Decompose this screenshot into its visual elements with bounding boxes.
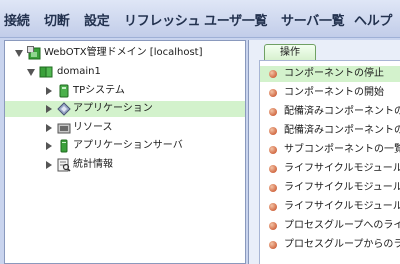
menu-user-list[interactable]: ユーザ一覧 bbox=[204, 10, 268, 29]
bullet-icon bbox=[269, 241, 277, 249]
operation-item[interactable]: コンポーネントの停止 bbox=[260, 66, 400, 82]
operation-item[interactable]: コンポーネントの開始 bbox=[260, 85, 400, 101]
tree-node-label: リソース bbox=[73, 122, 113, 133]
operation-item[interactable]: 配備済みコンポーネントの一 bbox=[260, 104, 400, 120]
operation-label: 配備済みコンポーネントの一 bbox=[284, 106, 400, 117]
expand-right-icon[interactable] bbox=[46, 124, 52, 132]
tree-node-label: WebOTX管理ドメイン [localhost] bbox=[44, 47, 203, 58]
tree-node-domain[interactable]: domain1 bbox=[5, 64, 245, 80]
operation-item[interactable]: ライフサイクルモジュールの bbox=[260, 161, 400, 177]
tree-node-resource[interactable]: リソース bbox=[5, 120, 245, 136]
tree-node-label: アプリケーション bbox=[73, 103, 153, 114]
tree-node-root[interactable]: WebOTX管理ドメイン [localhost] bbox=[5, 45, 245, 61]
operations-panel: 操作 コンポーネントの停止 コンポーネントの開始 配備済みコンポーネントの一 配… bbox=[248, 40, 400, 264]
tree-node-tp-system[interactable]: TPシステム bbox=[5, 83, 245, 99]
menu-connect[interactable]: 接続 bbox=[4, 10, 30, 29]
bullet-icon bbox=[269, 108, 277, 116]
bullet-icon bbox=[269, 70, 277, 78]
operation-item[interactable]: プロセスグループからのラ・ bbox=[260, 237, 400, 253]
bullet-icon bbox=[269, 203, 277, 211]
operation-label: ライフサイクルモジュールの bbox=[284, 163, 400, 174]
bullet-icon bbox=[269, 165, 277, 173]
expand-right-icon[interactable] bbox=[46, 142, 52, 150]
bullet-icon bbox=[269, 127, 277, 135]
menu-bar: 接続 切断 設定 リフレッシュ ユーザ一覧 サーバ一覧 ヘルプ bbox=[0, 0, 400, 38]
resource-icon bbox=[57, 123, 71, 134]
menu-disconnect[interactable]: 切断 bbox=[44, 10, 70, 29]
operation-item[interactable]: サブコンポーネントの一覧え bbox=[260, 142, 400, 158]
navigation-tree: WebOTX管理ドメイン [localhost] domain1 TPシステム … bbox=[4, 40, 246, 264]
tree-node-label: 統計情報 bbox=[73, 159, 113, 170]
menu-refresh[interactable]: リフレッシュ bbox=[124, 10, 201, 29]
domain-admin-icon bbox=[27, 46, 41, 60]
domain-icon bbox=[39, 66, 53, 78]
operation-label: コンポーネントの停止 bbox=[284, 68, 384, 79]
app-server-icon bbox=[60, 139, 68, 153]
operation-item[interactable]: プロセスグループへのライフ bbox=[260, 218, 400, 234]
tree-node-application[interactable]: アプリケーション bbox=[5, 101, 245, 117]
tab-operations[interactable]: 操作 bbox=[264, 44, 316, 60]
operation-item[interactable]: 配備済みコンポーネントの’ bbox=[260, 123, 400, 139]
expand-right-icon[interactable] bbox=[46, 105, 52, 113]
bullet-icon bbox=[269, 146, 277, 154]
operations-list: コンポーネントの停止 コンポーネントの開始 配備済みコンポーネントの一 配備済み… bbox=[259, 60, 400, 264]
operation-label: 配備済みコンポーネントの’ bbox=[284, 125, 400, 136]
bullet-icon bbox=[269, 222, 277, 230]
operation-label: ライフサイクルモジュール祐 bbox=[284, 201, 400, 212]
operation-label: プロセスグループへのライフ bbox=[284, 220, 400, 231]
application-icon bbox=[57, 102, 71, 116]
expand-down-icon[interactable] bbox=[15, 50, 23, 57]
menu-server-list[interactable]: サーバ一覧 bbox=[281, 10, 345, 29]
bullet-icon bbox=[269, 89, 277, 97]
tree-node-app-server[interactable]: アプリケーションサーバ bbox=[5, 138, 245, 154]
tree-node-statistics[interactable]: 統計情報 bbox=[5, 157, 245, 173]
tree-node-label: アプリケーションサーバ bbox=[73, 140, 183, 151]
operation-label: ライフサイクルモジュールの bbox=[284, 182, 400, 193]
tree-node-label: TPシステム bbox=[73, 85, 125, 96]
operation-item[interactable]: ライフサイクルモジュールの bbox=[260, 180, 400, 196]
expand-right-icon[interactable] bbox=[46, 161, 52, 169]
operation-label: サブコンポーネントの一覧え bbox=[284, 144, 400, 155]
operation-label: コンポーネントの開始 bbox=[284, 87, 384, 98]
expand-down-icon[interactable] bbox=[27, 69, 35, 76]
bullet-icon bbox=[269, 184, 277, 192]
expand-right-icon[interactable] bbox=[46, 87, 52, 95]
menu-help[interactable]: ヘルプ bbox=[354, 10, 392, 29]
operation-label: プロセスグループからのラ・ bbox=[284, 239, 400, 250]
statistics-icon bbox=[57, 158, 71, 172]
menu-settings[interactable]: 設定 bbox=[84, 10, 110, 29]
tree-node-label: domain1 bbox=[57, 66, 101, 77]
operation-item[interactable]: ライフサイクルモジュール祐 bbox=[260, 199, 400, 215]
tp-system-icon bbox=[59, 84, 69, 98]
